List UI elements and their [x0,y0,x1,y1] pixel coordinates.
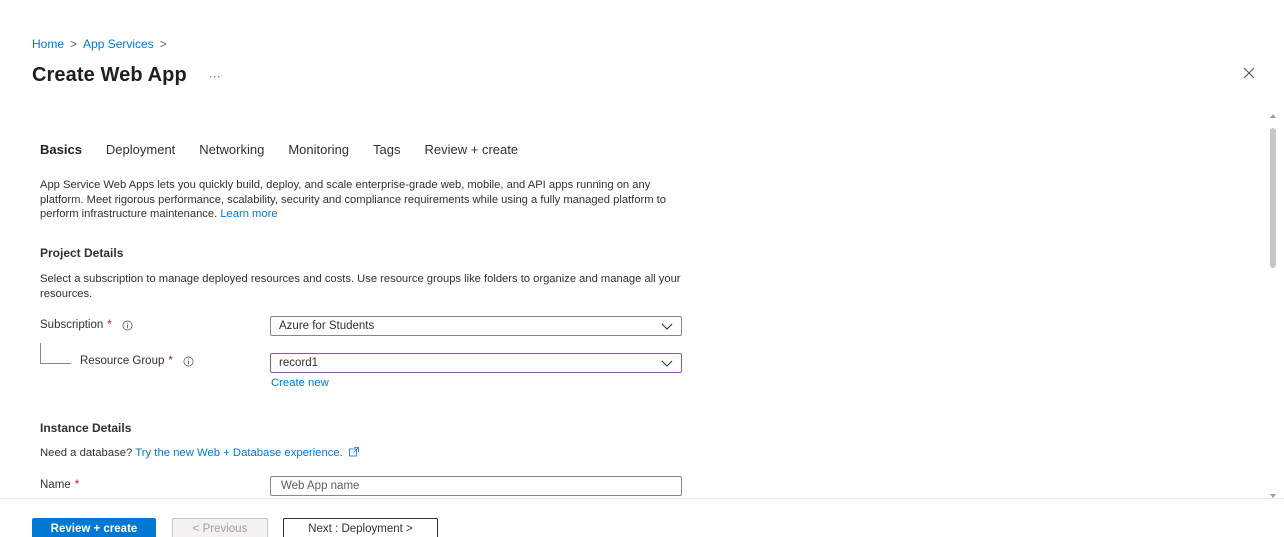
database-hint: Need a database? Try the new Web + Datab… [40,447,359,459]
breadcrumb-separator: > [70,37,78,51]
info-icon[interactable] [122,320,133,331]
footer-divider [0,498,1284,499]
scroll-thumb[interactable] [1270,128,1276,268]
name-label-text: Name [40,479,71,491]
create-new-resource-group-link[interactable]: Create new [271,377,329,389]
subscription-value: Azure for Students [279,320,375,332]
external-link-icon[interactable] [349,447,359,457]
vertical-scrollbar[interactable] [1267,112,1279,498]
tab-basics[interactable]: Basics [40,142,82,161]
create-web-app-page: Home > App Services > Create Web App ···… [0,0,1284,537]
name-label: Name * [40,479,79,491]
tab-networking[interactable]: Networking [199,142,264,161]
title-row: Create Web App ··· [32,64,221,87]
web-database-experience-link[interactable]: Try the new Web + Database experience. [135,447,343,459]
next-deployment-button[interactable]: Next : Deployment > [283,518,438,537]
scroll-up-icon[interactable] [1269,112,1277,120]
resource-group-label-text: Resource Group [80,355,165,367]
name-input[interactable] [279,479,681,493]
breadcrumb: Home > App Services > [32,37,167,51]
subscription-dropdown[interactable]: Azure for Students [270,316,682,336]
name-field[interactable] [270,476,682,496]
subscription-label-text: Subscription [40,319,104,331]
intro-description: App Service Web Apps lets you quickly bu… [40,178,690,222]
resource-group-value: record1 [279,357,318,369]
breadcrumb-app-services[interactable]: App Services [83,37,154,51]
chevron-down-icon [661,323,673,330]
resource-group-label: Resource Group * [80,355,194,367]
tab-deployment[interactable]: Deployment [106,142,175,161]
info-icon[interactable] [183,356,194,367]
chevron-down-icon [661,360,673,367]
review-create-button[interactable]: Review + create [32,518,156,537]
close-icon[interactable] [1240,64,1258,82]
intro-text: App Service Web Apps lets you quickly bu… [40,179,666,220]
database-hint-text: Need a database? [40,447,133,459]
tab-monitoring[interactable]: Monitoring [288,142,349,161]
previous-button[interactable]: < Previous [172,518,268,537]
learn-more-link[interactable]: Learn more [220,208,277,220]
wizard-tabs: Basics Deployment Networking Monitoring … [40,142,542,161]
required-marker: * [107,319,112,331]
breadcrumb-home[interactable]: Home [32,37,64,51]
tab-tags[interactable]: Tags [373,142,400,161]
tab-review-create[interactable]: Review + create [425,142,519,161]
instance-details-heading: Instance Details [40,421,132,435]
required-marker: * [74,479,80,491]
breadcrumb-separator: > [159,37,167,51]
page-title: Create Web App [32,64,187,86]
subscription-label: Subscription * [40,319,133,331]
resource-group-dropdown[interactable]: record1 [270,353,682,373]
required-marker: * [168,355,173,367]
tree-connector [40,343,71,364]
more-options-icon[interactable]: ··· [209,69,221,83]
project-details-description: Select a subscription to manage deployed… [40,273,681,300]
project-details-heading: Project Details [40,246,124,260]
